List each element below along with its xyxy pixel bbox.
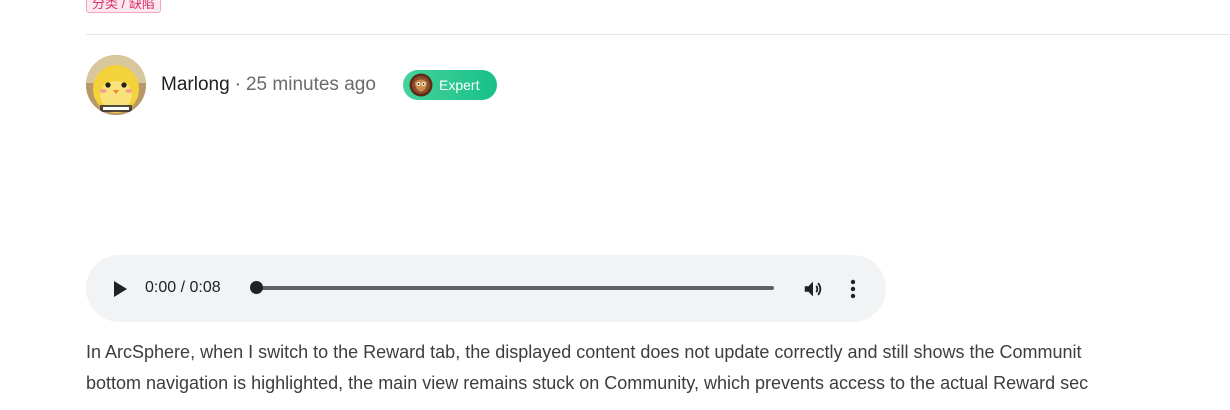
user-avatar[interactable]	[86, 55, 146, 115]
seek-thumb[interactable]	[250, 281, 263, 294]
chick-avatar-icon	[86, 55, 146, 115]
body-line: In ArcSphere, when I switch to the Rewar…	[86, 342, 1082, 362]
audio-seek-bar[interactable]	[250, 281, 774, 294]
audio-player: 0:00 / 0:08	[86, 255, 886, 322]
body-line: bottom navigation is highlighted, the ma…	[86, 373, 1089, 393]
author-name[interactable]: Marlong	[161, 74, 230, 96]
owl-emblem-icon	[409, 73, 433, 97]
post-time: 25 minutes ago	[245, 74, 376, 95]
play-icon[interactable]	[112, 280, 128, 298]
audio-time: 0:00 / 0:08	[145, 279, 221, 296]
author-line: Marlong · 25 minutes ago	[161, 72, 376, 98]
post-body: In ArcSphere, when I switch to the Rewar…	[86, 337, 1230, 399]
expert-badge: Expert	[403, 70, 497, 100]
badge-label: Expert	[439, 77, 480, 93]
post-page: 分类 / 缺陷 Marlong · 25 minutes ago Expert …	[0, 0, 1230, 410]
divider	[86, 34, 1230, 35]
more-vertical-icon[interactable]	[846, 278, 860, 300]
volume-icon[interactable]	[802, 278, 824, 300]
separator-dot: ·	[234, 74, 241, 95]
category-tag[interactable]: 分类 / 缺陷	[86, 0, 161, 13]
